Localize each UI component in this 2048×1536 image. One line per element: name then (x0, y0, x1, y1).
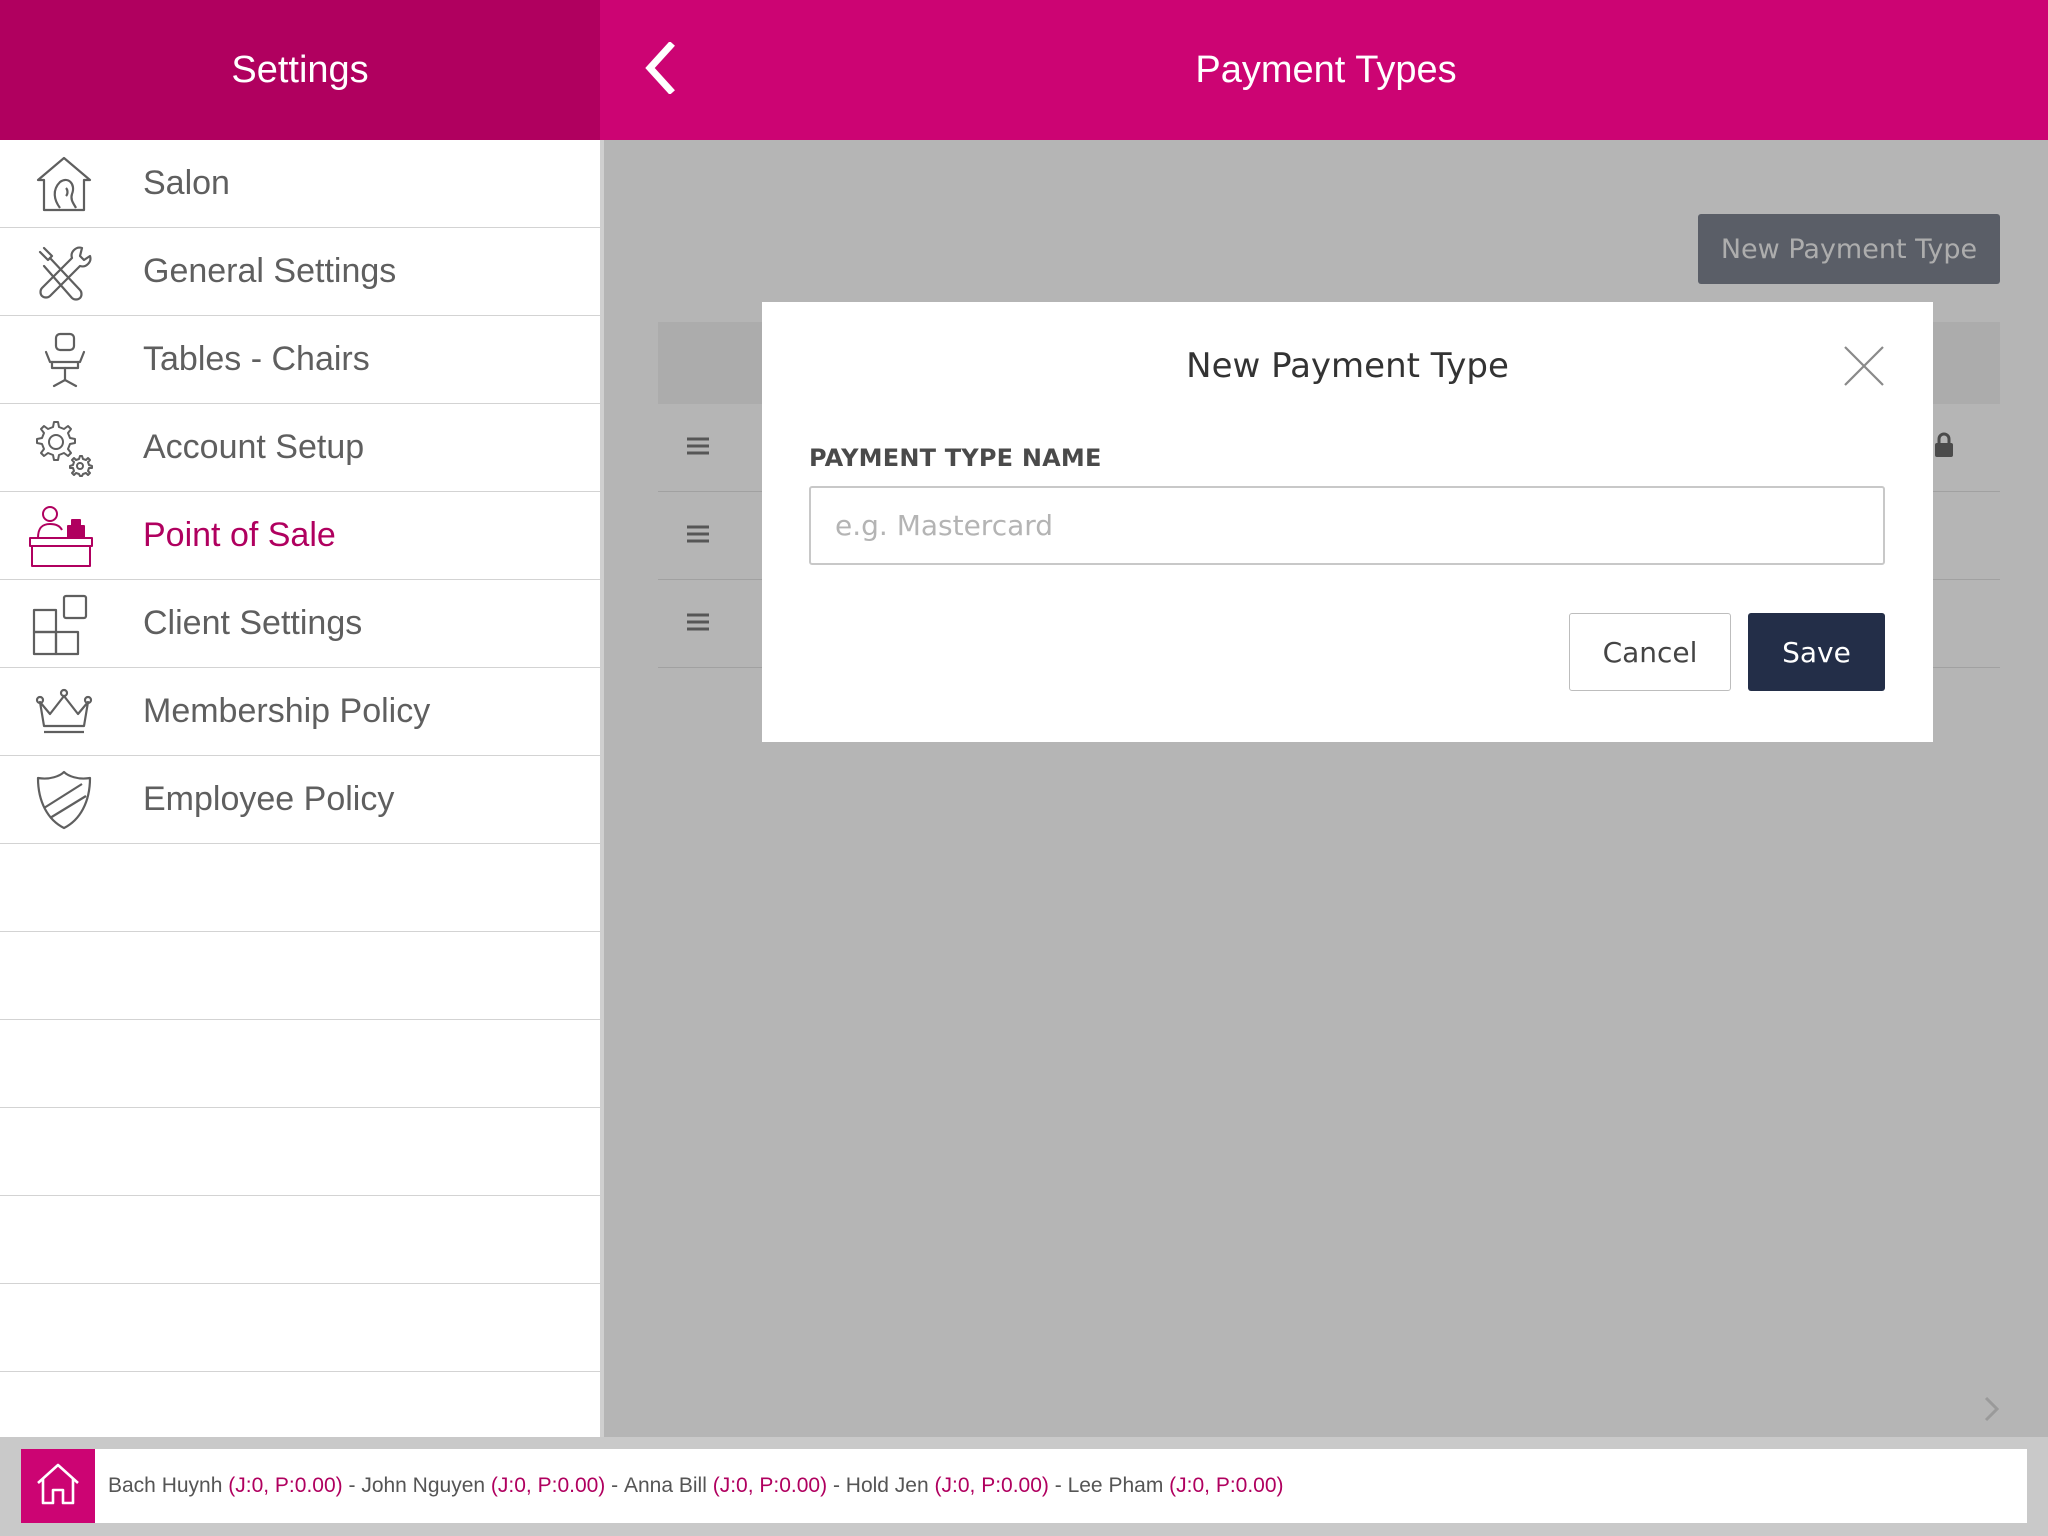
staff-name: Anna Bill (623, 1474, 707, 1497)
staff-separator: - (605, 1474, 624, 1497)
grid-icon (0, 580, 143, 667)
sidebar-header: Settings (0, 0, 600, 140)
sidebar-empty-row (0, 1020, 600, 1108)
salon-chair-icon (0, 316, 143, 403)
sidebar-item-label: General Settings (143, 252, 397, 290)
staff-name: John Nguyen (361, 1474, 486, 1497)
tools-icon (0, 228, 143, 315)
sidebar-item-client-settings[interactable]: Client Settings (0, 580, 600, 668)
sidebar-item-label: Employee Policy (143, 780, 395, 818)
shield-icon (0, 756, 143, 843)
payment-type-name-input[interactable] (809, 486, 1885, 565)
dialog-title: New Payment Type (1186, 346, 1509, 386)
sidebar-item-point-of-sale[interactable]: Point of Sale (0, 492, 600, 580)
staff-name: Hold Jen (845, 1474, 929, 1497)
gears-icon (0, 404, 143, 491)
sidebar-menu: Salon General Settings Tables - Chairs A… (0, 140, 600, 1460)
staff-stats: (J:0, P:0.00) (490, 1474, 606, 1497)
staff-stats: (J:0, P:0.00) (228, 1474, 343, 1497)
sidebar-item-general-settings[interactable]: General Settings (0, 228, 600, 316)
home-button[interactable] (21, 1449, 95, 1523)
staff-footer: Bach Huynh (J:0, P:0.00) - John Nguyen (… (0, 1437, 2048, 1536)
sidebar-title: Settings (231, 48, 369, 91)
cancel-button[interactable]: Cancel (1569, 613, 1731, 691)
staff-stats: (J:0, P:0.00) (712, 1474, 828, 1497)
sidebar-empty-row (0, 932, 600, 1020)
close-icon (1842, 346, 1886, 392)
house-face-icon (0, 140, 143, 227)
sidebar-item-label: Membership Policy (143, 692, 431, 730)
staff-stats: (J:0, P:0.00) (934, 1474, 1049, 1497)
sidebar-empty-row (0, 1196, 600, 1284)
sidebar-item-label: Point of Sale (143, 516, 336, 554)
sidebar-item-tables-chairs[interactable]: Tables - Chairs (0, 316, 600, 404)
staff-status-bar: Bach Huynh (J:0, P:0.00) - John Nguyen (… (95, 1449, 2027, 1523)
staff-name: Bach Huynh (108, 1474, 223, 1497)
staff-stats: (J:0, P:0.00) (1169, 1474, 1284, 1497)
staff-separator: - (342, 1474, 362, 1497)
main-header: Payment Types (600, 0, 2048, 140)
page-title: Payment Types (1195, 48, 1457, 91)
staff-separator: - (1048, 1474, 1068, 1497)
sidebar-item-membership-policy[interactable]: Membership Policy (0, 668, 600, 756)
staff-name: Lee Pham (1067, 1474, 1164, 1497)
sidebar-item-label: Client Settings (143, 604, 363, 642)
close-button[interactable] (1842, 344, 1886, 388)
sidebar-item-account-setup[interactable]: Account Setup (0, 404, 600, 492)
back-button[interactable] (634, 40, 684, 100)
new-payment-type-dialog: New Payment Type PAYMENT TYPE NAME Cance… (762, 302, 1933, 742)
sidebar: Settings Salon General Settings Tables -… (0, 0, 600, 1460)
crown-icon (0, 668, 143, 755)
sidebar-item-salon[interactable]: Salon (0, 140, 600, 228)
chevron-right-icon[interactable] (1982, 1394, 2002, 1429)
save-button[interactable]: Save (1748, 613, 1885, 691)
cashier-icon (0, 492, 143, 579)
sidebar-item-label: Tables - Chairs (143, 340, 370, 378)
staff-separator: - (827, 1474, 846, 1497)
home-icon (35, 1462, 81, 1511)
sidebar-empty-row (0, 1284, 600, 1372)
sidebar-item-label: Salon (143, 164, 230, 202)
payment-type-name-label: PAYMENT TYPE NAME (809, 444, 1102, 472)
sidebar-empty-row (0, 1108, 600, 1196)
sidebar-item-employee-policy[interactable]: Employee Policy (0, 756, 600, 844)
chevron-left-icon (642, 40, 676, 99)
sidebar-item-label: Account Setup (143, 428, 365, 466)
sidebar-empty-row (0, 844, 600, 932)
